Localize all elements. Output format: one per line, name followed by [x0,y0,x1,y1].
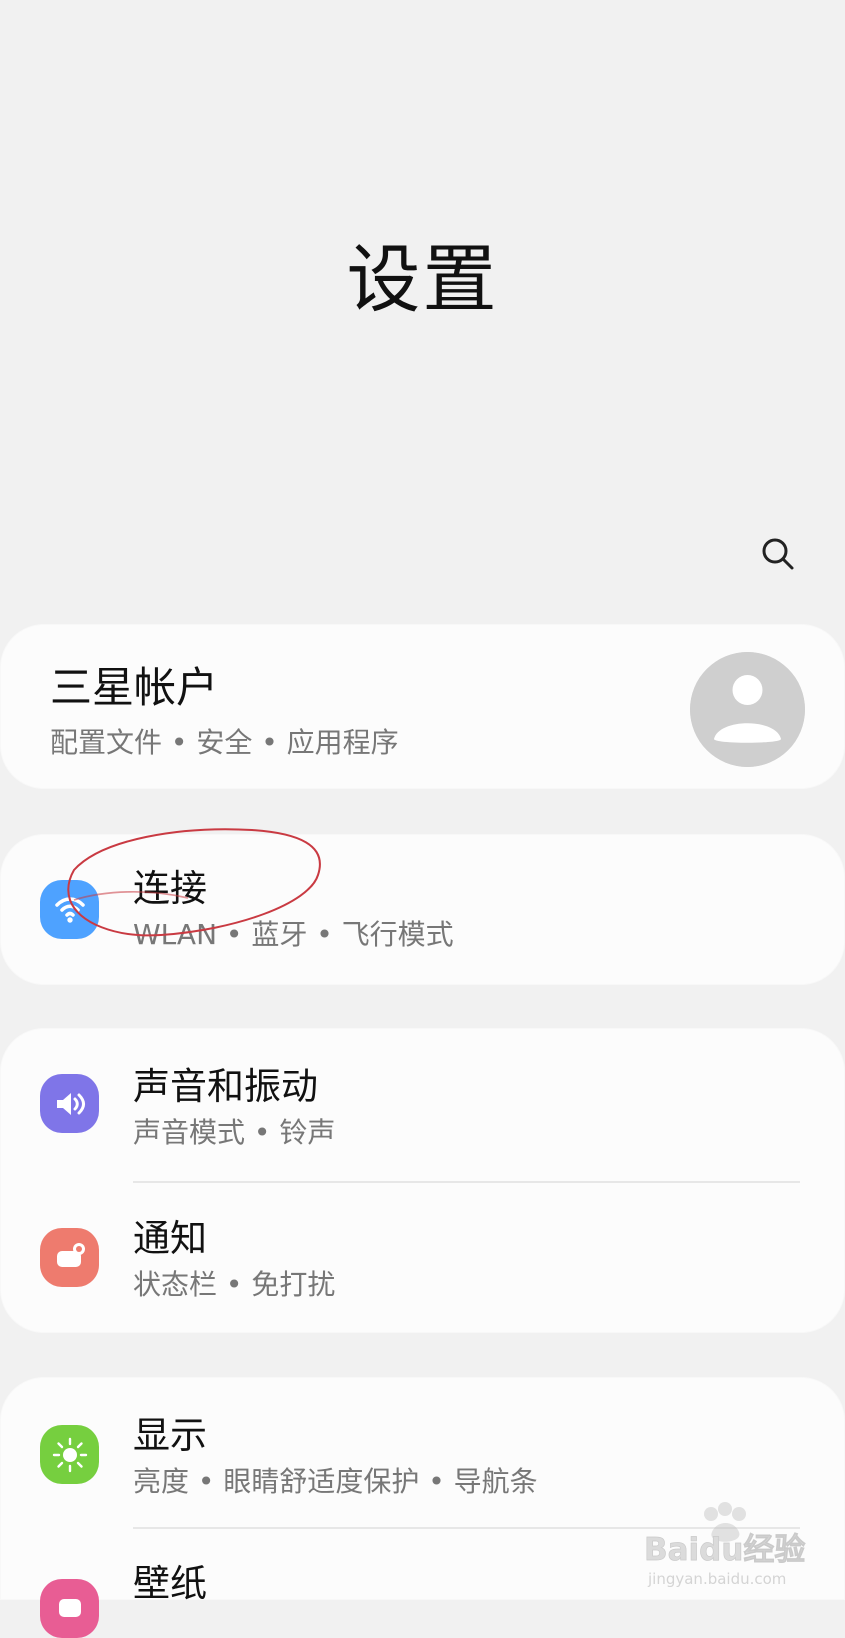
search-button[interactable] [754,530,802,578]
divider [133,1181,800,1183]
person-icon [690,652,805,767]
settings-item-title: 显示 [133,1414,207,1457]
search-icon [762,538,794,570]
settings-item-subtitle: WLAN • 蓝牙 • 飞行模式 [133,918,454,951]
wallpaper-icon [40,1579,99,1638]
account-title: 三星帐户 [50,663,219,712]
wifi-icon [40,880,99,939]
settings-item-title: 壁纸 [133,1562,207,1605]
settings-item-subtitle: 声音模式 • 铃声 [133,1116,336,1149]
account-subtitle: 配置文件 • 安全 • 应用程序 [50,726,399,759]
settings-item-connections[interactable]: 连接 WLAN • 蓝牙 • 飞行模式 [0,848,845,968]
settings-item-display[interactable]: 显示 亮度 • 眼睛舒适度保护 • 导航条 [0,1393,845,1511]
settings-item-notifications[interactable]: 通知 状态栏 • 免打扰 [0,1196,845,1314]
watermark-url: jingyan.baidu.com [647,1570,786,1588]
settings-item-subtitle: 亮度 • 眼睛舒适度保护 • 导航条 [133,1465,538,1498]
avatar[interactable] [690,652,805,767]
settings-item-sound[interactable]: 声音和振动 声音模式 • 铃声 [0,1044,845,1162]
settings-item-title: 声音和振动 [133,1065,318,1108]
page-title: 设置 [346,237,499,323]
brightness-icon [40,1425,99,1484]
settings-item-subtitle: 状态栏 • 免打扰 [133,1268,336,1301]
baidu-jingyan-watermark: Baidu经验 jingyan.baidu.com [640,1502,820,1590]
settings-item-title: 通知 [133,1217,207,1260]
notification-icon [40,1228,99,1287]
settings-item-title: 连接 [133,867,207,910]
watermark-logo-text: Baidu经验 [644,1532,805,1568]
volume-icon [40,1074,99,1133]
